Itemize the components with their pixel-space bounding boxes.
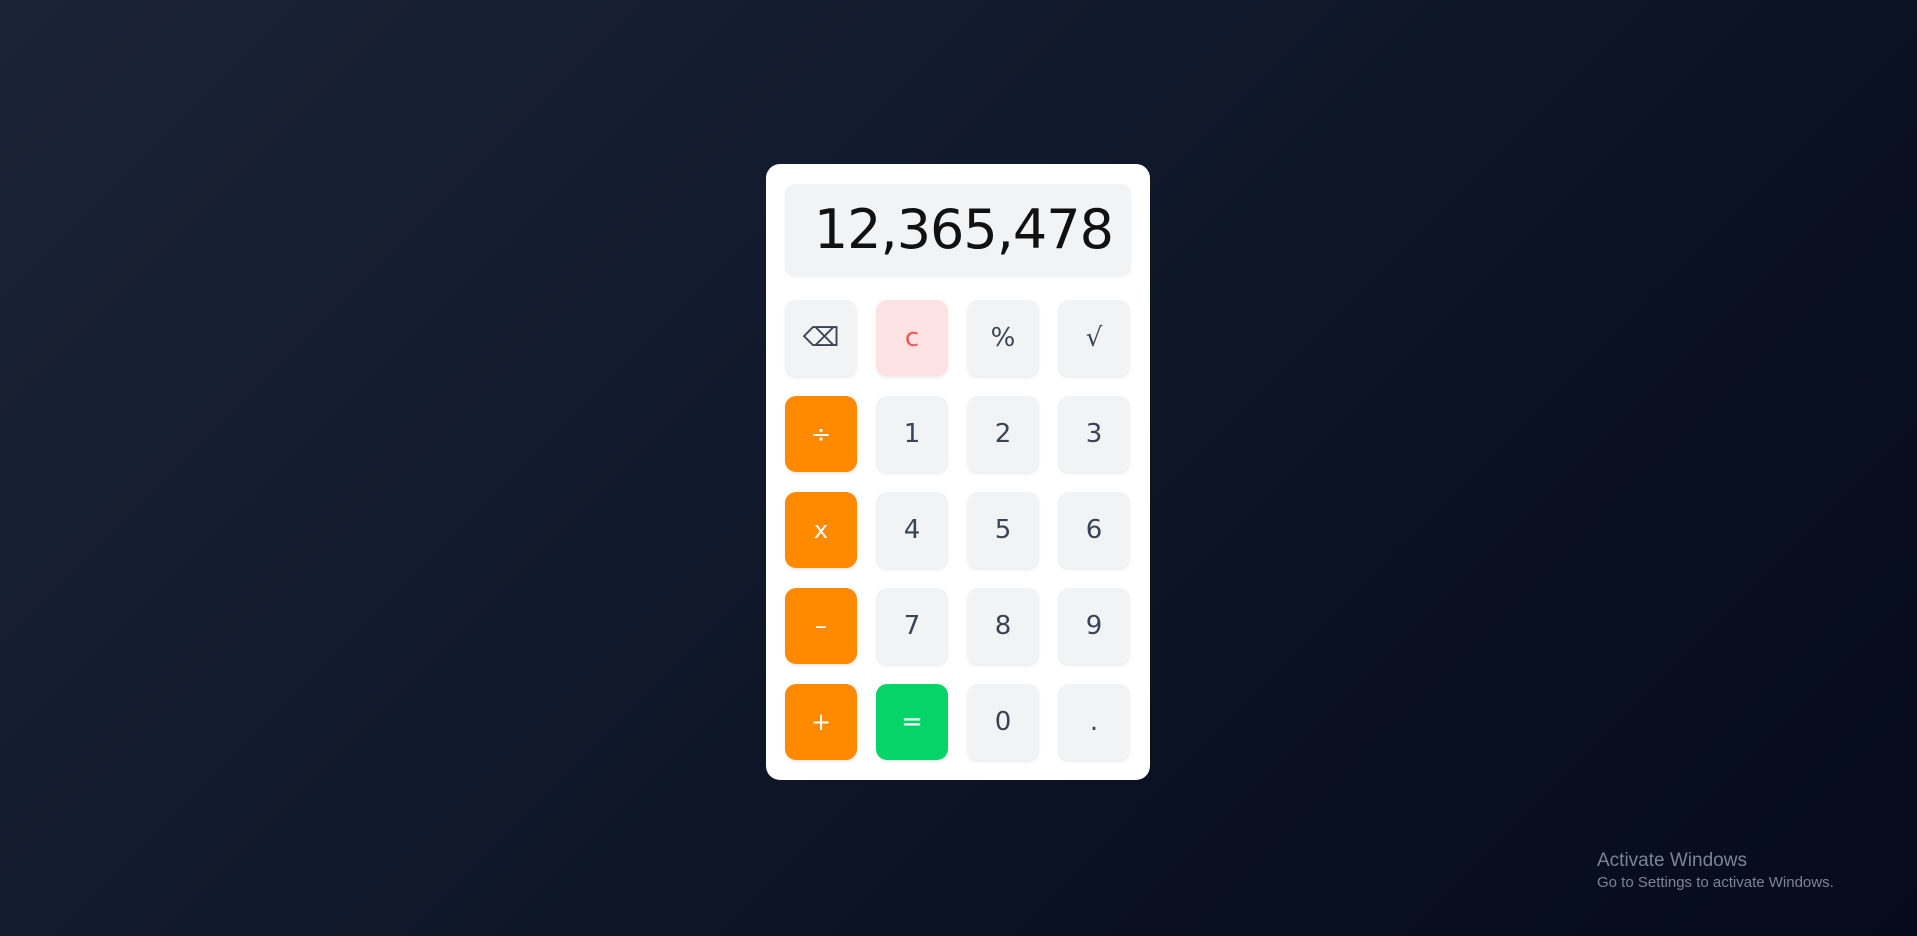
digit-8-button[interactable]: 8 — [967, 588, 1039, 664]
percent-button[interactable]: % — [967, 300, 1039, 376]
square-root-button[interactable]: √ — [1058, 300, 1130, 376]
digit-5-button[interactable]: 5 — [967, 492, 1039, 568]
add-button[interactable]: + — [785, 684, 857, 760]
digit-6-button[interactable]: 6 — [1058, 492, 1130, 568]
subtract-button[interactable]: – — [785, 588, 857, 664]
watermark-subtitle: Go to Settings to activate Windows. — [1597, 874, 1834, 891]
clear-button[interactable]: c — [876, 300, 948, 376]
digit-0-button[interactable]: 0 — [967, 684, 1039, 760]
watermark-title: Activate Windows — [1597, 850, 1747, 871]
divide-button[interactable]: ÷ — [785, 396, 857, 472]
digit-3-button[interactable]: 3 — [1058, 396, 1130, 472]
decimal-point-button[interactable]: . — [1058, 684, 1130, 760]
calculator: 12,365,478 ⌫ c % √ ÷ 1 2 3 x 4 5 6 – 7 8… — [766, 164, 1150, 780]
digit-4-button[interactable]: 4 — [876, 492, 948, 568]
multiply-button[interactable]: x — [785, 492, 857, 568]
activate-windows-watermark: Activate Windows Go to Settings to activ… — [1597, 849, 1834, 893]
calculator-display: 12,365,478 — [785, 184, 1131, 276]
digit-9-button[interactable]: 9 — [1058, 588, 1130, 664]
keypad: ⌫ c % √ ÷ 1 2 3 x 4 5 6 – 7 8 9 + = 0 . — [785, 300, 1130, 760]
digit-7-button[interactable]: 7 — [876, 588, 948, 664]
display-value: 12,365,478 — [813, 198, 1114, 261]
backspace-button[interactable]: ⌫ — [785, 300, 857, 376]
digit-2-button[interactable]: 2 — [967, 396, 1039, 472]
equals-button[interactable]: = — [876, 684, 948, 760]
digit-1-button[interactable]: 1 — [876, 396, 948, 472]
